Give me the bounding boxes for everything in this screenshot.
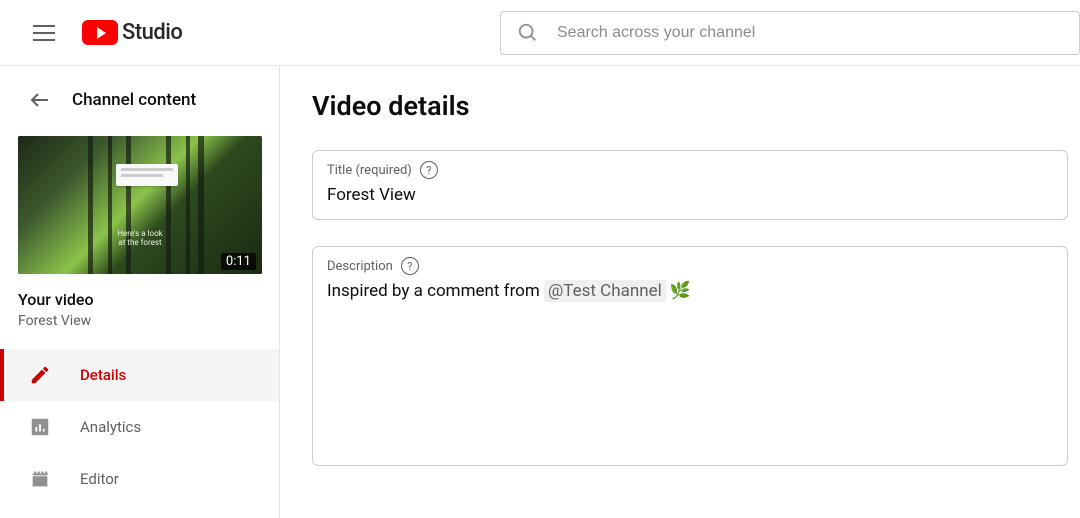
- content: Channel content Here's a look at the for…: [0, 66, 1080, 518]
- title-field-label: Title (required): [327, 163, 412, 178]
- sidebar: Channel content Here's a look at the for…: [0, 66, 280, 518]
- clapboard-icon: [28, 467, 52, 491]
- sidebar-title: Channel content: [72, 90, 196, 110]
- arrow-left-icon: [28, 88, 52, 112]
- search-bar[interactable]: [500, 11, 1080, 55]
- title-field-value[interactable]: Forest View: [327, 185, 1053, 205]
- youtube-icon: [82, 20, 118, 45]
- nav-label: Details: [80, 366, 126, 384]
- description-field-label: Description: [327, 259, 393, 274]
- nav-label: Analytics: [80, 418, 141, 436]
- hamburger-icon: [33, 25, 55, 41]
- title-field[interactable]: Title (required) ? Forest View: [312, 150, 1068, 220]
- search-icon: [517, 22, 539, 44]
- leaf-emoji: 🌿: [670, 281, 691, 301]
- nav-item-analytics[interactable]: Analytics: [0, 401, 279, 453]
- chart-icon: [28, 415, 52, 439]
- logo-text: Studio: [122, 20, 182, 45]
- your-video-section: Your video Forest View: [0, 274, 279, 331]
- description-field-value[interactable]: Inspired by a comment from @Test Channel…: [327, 281, 1053, 301]
- sidebar-header: Channel content: [0, 80, 279, 124]
- pencil-icon: [28, 363, 52, 387]
- your-video-name: Forest View: [18, 313, 261, 329]
- channel-mention[interactable]: @Test Channel: [544, 280, 666, 302]
- help-icon[interactable]: ?: [401, 257, 419, 275]
- video-thumbnail[interactable]: Here's a look at the forest 0:11: [18, 136, 262, 274]
- page-title: Video details: [312, 90, 1068, 122]
- your-video-label: Your video: [18, 290, 261, 309]
- thumbnail-caption: Here's a look at the forest: [117, 229, 162, 248]
- nav-item-editor[interactable]: Editor: [0, 453, 279, 505]
- thumbnail-duration: 0:11: [221, 253, 256, 270]
- nav-label: Editor: [80, 470, 119, 488]
- sidebar-nav: Details Analytics: [0, 349, 279, 505]
- help-icon[interactable]: ?: [420, 161, 438, 179]
- nav-item-details[interactable]: Details: [0, 349, 279, 401]
- hamburger-menu-button[interactable]: [24, 13, 64, 53]
- main-content: Video details Title (required) ? Forest …: [280, 66, 1080, 518]
- description-field[interactable]: Description ? Inspired by a comment from…: [312, 246, 1068, 466]
- back-button[interactable]: [28, 88, 52, 112]
- search-input[interactable]: [557, 24, 1063, 42]
- header: Studio: [0, 0, 1080, 66]
- studio-logo[interactable]: Studio: [82, 20, 182, 45]
